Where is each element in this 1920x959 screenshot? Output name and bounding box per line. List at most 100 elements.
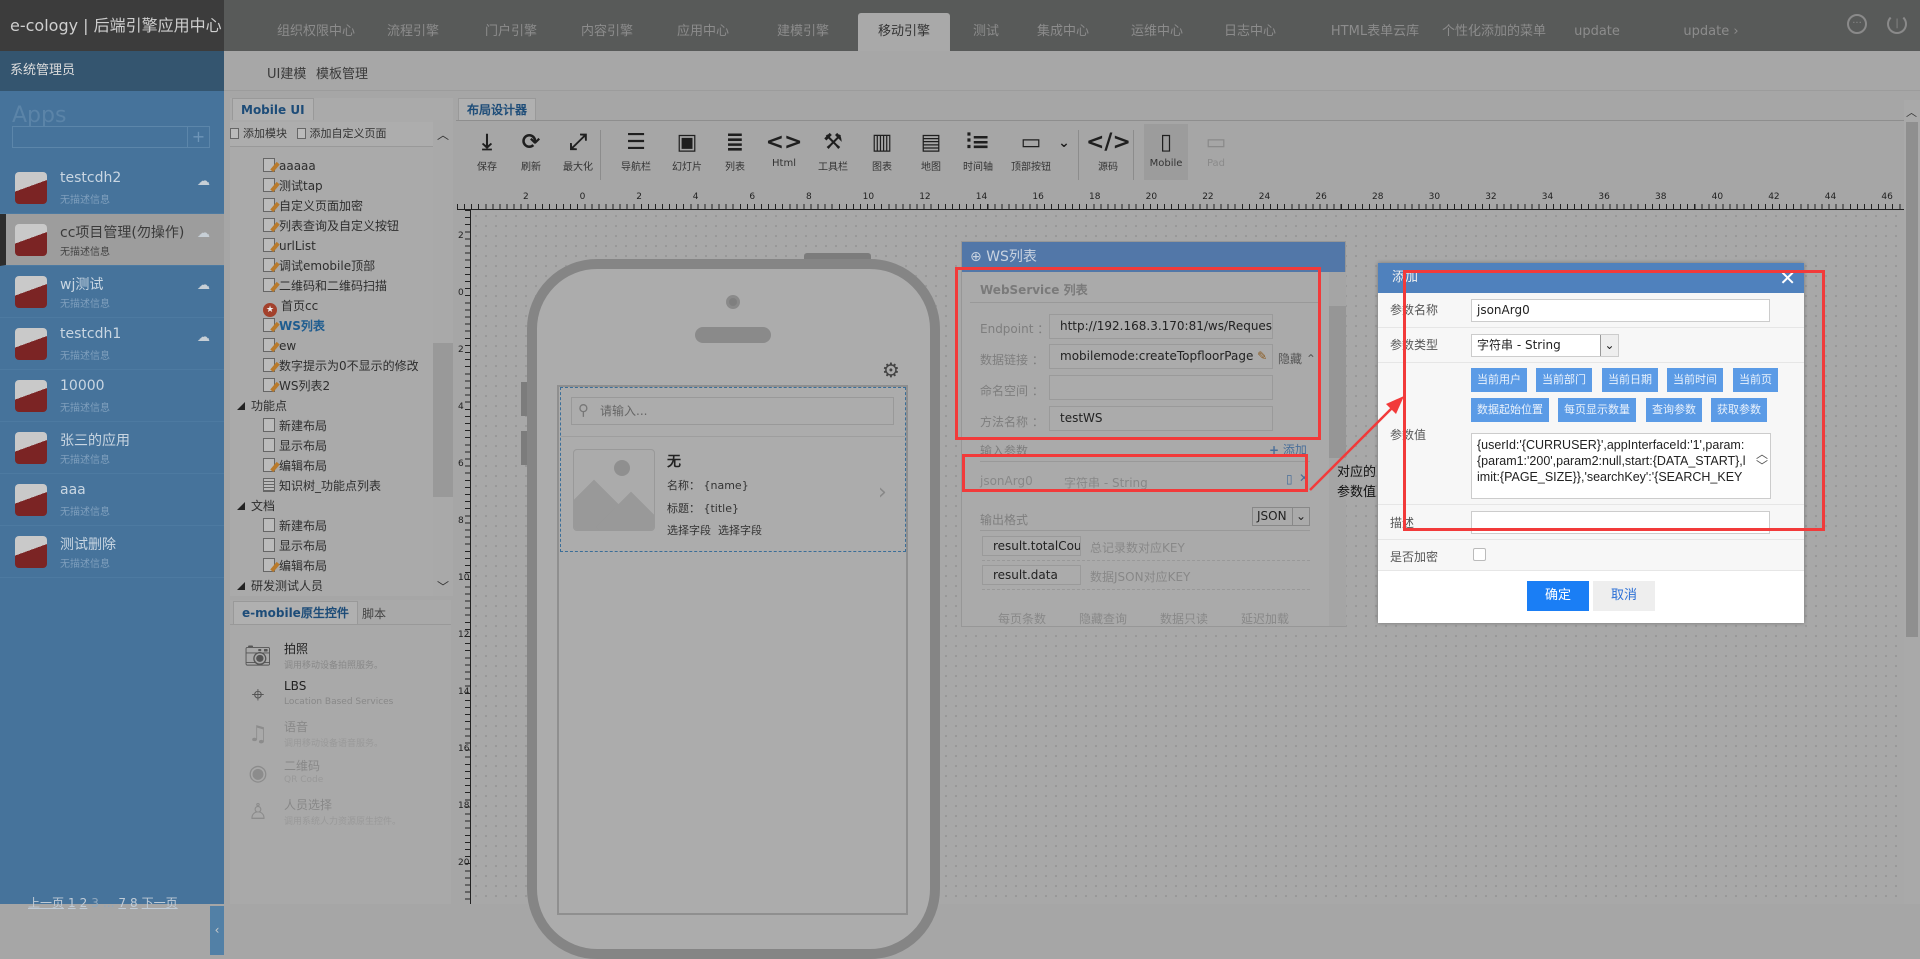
toolbar-button[interactable]: ⌄ [1057, 128, 1071, 158]
cloud-upload-icon[interactable]: ☁ [197, 174, 210, 189]
nav-tab[interactable]: 建模引擎 [777, 13, 829, 51]
expanded-caret-icon[interactable] [237, 402, 245, 410]
tab-layout-designer[interactable]: 布局设计器 [458, 98, 537, 120]
tab-emobile-native-controls[interactable]: e-mobile原生控件 [233, 601, 358, 624]
toolbar-button[interactable]: </> 源码 [1086, 128, 1131, 173]
expanded-caret-icon[interactable] [237, 502, 245, 510]
nav-tab[interactable]: HTML表单云库 [1331, 13, 1419, 51]
tree-item[interactable]: 显示布局 [263, 536, 327, 556]
app-list-item[interactable]: 张三的应用 无描述信息 [0, 422, 224, 474]
page-link[interactable]: 1 [68, 896, 76, 910]
nav-tab[interactable]: 移动引擎 [857, 13, 951, 51]
add-module-button[interactable]: 添加模块 [230, 127, 287, 140]
tree-item[interactable]: 调试emobile顶部 [263, 256, 375, 276]
nav-tab[interactable]: 运维中心 [1131, 13, 1183, 51]
tree-item[interactable]: 显示布局 [263, 436, 327, 456]
tree-item[interactable]: 编辑布局 [263, 456, 327, 476]
confirm-button[interactable]: 确定 [1527, 581, 1589, 611]
nav-tab[interactable]: 集成中心 [1037, 13, 1089, 51]
app-list-item[interactable]: 测试删除 无描述信息 [0, 526, 224, 578]
tree-item[interactable]: WS列表 [263, 316, 325, 336]
collapse-sidebar-button[interactable]: ‹ [210, 906, 224, 955]
collapse-circle-icon[interactable]: ⊕ [970, 249, 982, 265]
native-control-item[interactable]: ⌖ LBS Location Based Services [230, 679, 451, 719]
native-control-item[interactable]: ♫ 语音 调用移动设备语音服务。 [230, 718, 451, 758]
page-link[interactable]: 7 [118, 896, 126, 910]
cloud-upload-icon[interactable]: ☁ [197, 278, 210, 293]
app-list-item[interactable]: 10000 无描述信息 [0, 370, 224, 422]
more-icon[interactable]: ··· [1847, 14, 1867, 34]
toolbar-button[interactable]: ▥ 图表 [860, 128, 904, 173]
add-app-button[interactable]: + [187, 127, 209, 147]
tab-mobile-ui[interactable]: Mobile UI [232, 98, 314, 120]
app-list-item[interactable]: aaa 无描述信息 [0, 474, 224, 526]
tree-item[interactable]: 知识树_功能点列表 [263, 476, 381, 496]
toolbar-button[interactable]: ▭ 顶部按钮 [1009, 128, 1053, 173]
toolbar-button[interactable]: ⫶≡ 时间轴 [956, 128, 1000, 173]
native-control-item[interactable]: 📷︎ 拍照 调用移动设备拍照服务。 [230, 640, 451, 680]
toolbar-button[interactable]: ⟳ 刷新 [509, 128, 553, 173]
toolbar-button[interactable]: ▯ Mobile [1144, 124, 1188, 180]
tab-script[interactable]: 脚本 [362, 605, 386, 622]
toolbar-button[interactable]: ⤓ 保存 [465, 128, 509, 173]
prev-page-link[interactable]: 上一页 [28, 896, 64, 910]
tree-item[interactable]: 新建布局 [263, 416, 327, 436]
native-control-item[interactable]: ◉ 二维码 QR Code [230, 757, 451, 797]
tree-scrollbar-thumb[interactable] [433, 343, 453, 497]
toolbar-button[interactable]: ▭ Pad [1194, 128, 1238, 169]
page-link[interactable]: 3 [91, 896, 99, 910]
nav-tab[interactable]: 应用中心 [677, 13, 729, 51]
option-page-size[interactable]: 每页条数 [998, 610, 1046, 627]
subnav-ui-modeling[interactable]: UI建模 [267, 63, 306, 82]
tree-item[interactable]: aaaaa [263, 156, 316, 176]
tree-folder[interactable]: 研发测试人员 [237, 576, 323, 596]
nav-tab[interactable]: 组织权限中心 [277, 13, 355, 51]
app-list-item[interactable]: wj测试 无描述信息 ☁ [0, 266, 224, 318]
toolbar-button[interactable]: ≣ 列表 [713, 128, 757, 173]
tree-item[interactable]: 列表查询及自定义按钮 [263, 216, 399, 236]
next-page-link[interactable]: 下一页 [142, 896, 178, 910]
tree-item[interactable]: 编辑布局 [263, 556, 327, 576]
scroll-up-icon[interactable]: ︿ [1906, 104, 1917, 120]
tree-item[interactable]: urlList [263, 236, 316, 256]
cloud-upload-icon[interactable]: ☁ [197, 226, 210, 241]
option-hide-query[interactable]: 隐藏查询 [1079, 610, 1127, 627]
tree-item[interactable]: 新建布局 [263, 516, 327, 536]
total-count-key-input[interactable]: result.totalCour [982, 536, 1081, 556]
tree-item[interactable]: ★ 首页cc [263, 296, 318, 317]
cloud-upload-icon[interactable]: ☁ [197, 330, 210, 345]
nav-tab[interactable]: 测试 [973, 13, 999, 51]
tree-item[interactable]: 测试tap [263, 176, 323, 196]
toolbar-button[interactable]: ▣ 幻灯片 [665, 128, 709, 173]
tree-item[interactable]: 二维码和二维码扫描 [263, 276, 387, 296]
power-icon[interactable]: | [1887, 14, 1907, 34]
expanded-caret-icon[interactable] [237, 582, 245, 590]
page-scrollbar-thumb[interactable] [1906, 122, 1918, 637]
tree-folder[interactable]: 文档 [237, 496, 275, 516]
gear-icon[interactable]: ⚙ [882, 358, 900, 382]
app-search-input[interactable]: + [12, 126, 210, 148]
toolbar-button[interactable]: ⤢ 最大化 [556, 128, 600, 173]
nav-tab[interactable]: 个性化添加的菜单 [1442, 13, 1546, 51]
cancel-button[interactable]: 取消 [1593, 581, 1655, 611]
app-list-item[interactable]: cc项目管理(勿操作) 无描述信息 ☁ [0, 214, 224, 266]
phone-search-input[interactable]: ⚲ 请输入... [571, 397, 894, 425]
tree-item[interactable]: 数字提示为0不显示的修改 [263, 356, 419, 376]
app-list-item[interactable]: testcdh1 无描述信息 ☁ [0, 318, 224, 370]
data-key-input[interactable]: result.data [982, 565, 1081, 585]
nav-tab[interactable]: update [1574, 13, 1620, 51]
nav-tab[interactable]: 流程引擎 [387, 13, 439, 51]
nav-tab[interactable]: update › [1683, 13, 1738, 51]
toolbar-button[interactable]: ☰ 导航栏 [614, 128, 658, 173]
scroll-down-icon[interactable]: ﹀ [437, 578, 449, 595]
add-custom-page-button[interactable]: 添加自定义页面 [296, 127, 387, 140]
toolbar-button[interactable]: ▤ 地图 [909, 128, 953, 173]
app-list-item[interactable]: testcdh2 无描述信息 ☁ [0, 162, 224, 214]
encrypt-checkbox[interactable] [1473, 548, 1486, 561]
page-link[interactable]: 2 [80, 896, 88, 910]
scroll-up-icon[interactable]: ︿ [437, 126, 449, 143]
tree-item[interactable]: 自定义页面加密 [263, 196, 363, 216]
page-link[interactable]: 8 [130, 896, 138, 910]
toolbar-button[interactable]: <> Html [762, 128, 806, 169]
nav-tab[interactable]: 日志中心 [1224, 13, 1276, 51]
